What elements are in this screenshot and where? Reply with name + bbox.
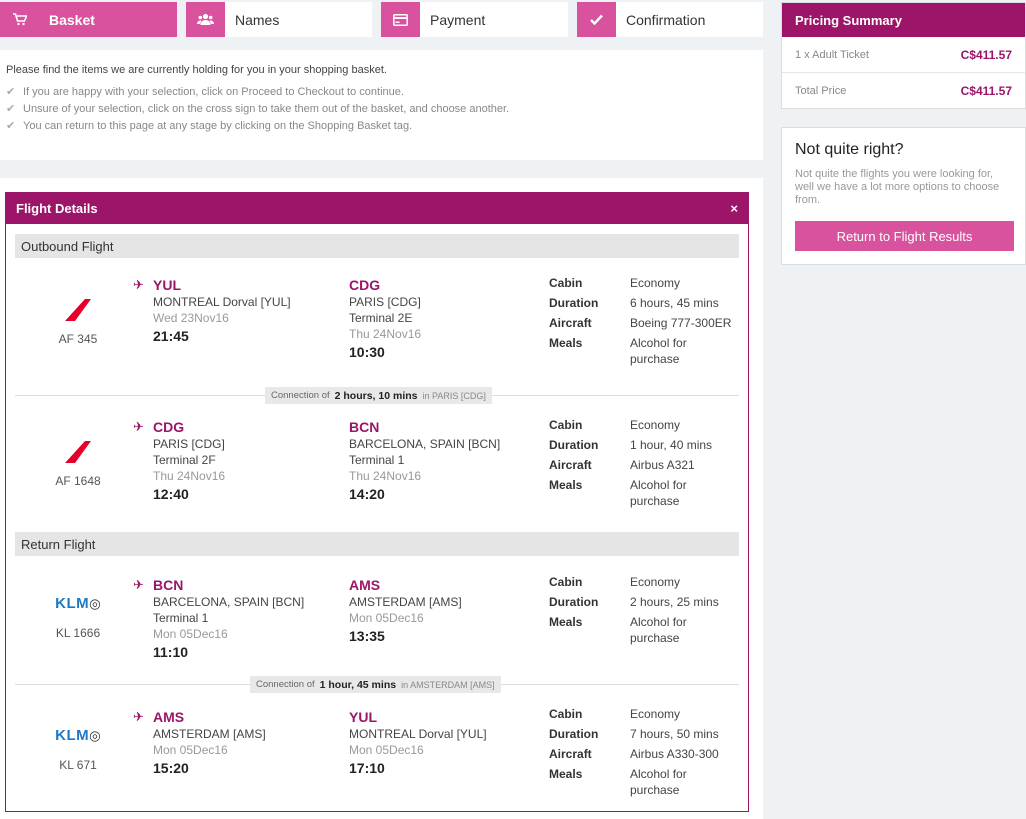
flight-segment: KLM◎ KL 1666 ✈ BCN BARCELONA, SPAIN [BCN]… [15, 572, 739, 677]
klm-logo-icon: KLM◎ [55, 595, 101, 612]
departure: ✈ YUL MONTREAL Dorval [YUL] Wed 23Nov16 2… [133, 277, 291, 344]
flight-segment: AF 1648 ✈ CDG PARIS [CDG] Terminal 2F Thu… [15, 415, 739, 525]
flight-details-header: Flight Details × [6, 193, 748, 224]
klm-logo-icon: KLM◎ [55, 727, 101, 744]
nqr-text: Not quite the flights you were looking f… [795, 168, 1000, 206]
not-quite-right-panel: Not quite right? Not quite the flights y… [781, 127, 1026, 265]
connection-badge: Connection of 1 hour, 45 mins in AMSTERDAM… [250, 676, 501, 693]
flight-number: AF 1648 [55, 474, 101, 488]
cart-icon [0, 2, 39, 37]
air-france-logo-icon [15, 441, 141, 468]
step-label: Basket [49, 11, 95, 28]
checkout-steps: Basket Names Payment Confirmation [0, 2, 763, 37]
departure: ✈ AMS AMSTERDAM [AMS] Mon 05Dec16 15:20 [133, 709, 266, 776]
flight-segment: KLM◎ KL 671 ✈ AMS AMSTERDAM [AMS] Mon 05D… [15, 704, 739, 804]
departure: ✈ CDG PARIS [CDG] Terminal 2F Thu 24Nov16… [133, 419, 226, 502]
flight-info: Cabin Economy Duration 2 hours, 25 mins Me… [549, 575, 719, 645]
total-price-row: Total Price C$411.57 [795, 84, 1012, 98]
flight-number: KL 1666 [55, 626, 101, 640]
pricing-summary: Pricing Summary 1 x Adult Ticket C$411.5… [781, 2, 1026, 109]
plane-icon: ✈ [133, 419, 144, 434]
connection-badge: Connection of 2 hours, 10 mins in PARIS [C… [265, 387, 492, 404]
arrival: CDG PARIS [CDG] Terminal 2E Thu 24Nov16 … [349, 277, 422, 360]
return-to-results-button[interactable]: Return to Flight Results [795, 221, 1014, 251]
step-label: Names [235, 11, 280, 28]
step-confirmation[interactable]: Confirmation [577, 2, 763, 37]
pricing-title: Pricing Summary [782, 3, 1025, 37]
step-basket[interactable]: Basket [0, 2, 177, 37]
list-item: ✔ Unsure of your selection, click on the … [6, 102, 510, 116]
step-names[interactable]: Names [186, 2, 372, 37]
check-icon: ✔ [6, 103, 16, 115]
return-title: Return Flight [15, 532, 739, 556]
price-row: 1 x Adult Ticket C$411.57 [782, 37, 1025, 73]
flight-details-wrap: Flight Details × Outbound Flight AF 345 … [0, 178, 763, 819]
flight-number: KL 671 [59, 758, 97, 772]
arrival: YUL MONTREAL Dorval [YUL] Mon 05Dec16 17… [349, 709, 487, 776]
check-icon [577, 2, 616, 37]
departure: ✈ BCN BARCELONA, SPAIN [BCN] Terminal 1 M… [133, 577, 305, 660]
list-item: ✔ If you are happy with your selection, c… [6, 85, 404, 99]
check-icon: ✔ [6, 86, 16, 98]
air-france-logo-icon [15, 299, 141, 326]
plane-icon: ✈ [133, 277, 144, 292]
intro-text: Please find the items we are currently h… [6, 64, 387, 76]
basket-intro: Please find the items we are currently h… [0, 50, 763, 160]
intro-bullets: ✔ If you are happy with your selection, c… [6, 85, 757, 133]
close-icon[interactable]: × [730, 201, 738, 216]
outbound-title: Outbound Flight [15, 234, 739, 258]
plane-icon: ✈ [133, 577, 144, 592]
arrival: BCN BARCELONA, SPAIN [BCN] Terminal 1 Th… [349, 419, 501, 502]
flight-info: Cabin Economy Duration 1 hour, 40 mins Air… [549, 418, 713, 508]
connection-divider: Connection of 1 hour, 45 mins in AMSTERDAM… [15, 676, 739, 693]
connection-divider: Connection of 2 hours, 10 mins in PARIS [C… [15, 387, 739, 404]
arrival: AMS AMSTERDAM [AMS] Mon 05Dec16 13:35 [349, 577, 462, 644]
flight-info: Cabin Economy Duration 7 hours, 50 mins Ai… [549, 707, 719, 797]
flight-info: Cabin Economy Duration 6 hours, 45 mins Ai… [549, 276, 732, 366]
flight-details-panel: Flight Details × Outbound Flight AF 345 … [5, 192, 749, 812]
flight-number: AF 345 [58, 332, 98, 346]
list-item: ✔ You can return to this page at any stag… [6, 119, 413, 133]
step-label: Confirmation [626, 11, 706, 28]
check-icon: ✔ [6, 120, 16, 132]
flight-segment: AF 345 ✈ YUL MONTREAL Dorval [YUL] Wed 23… [15, 273, 739, 393]
step-label: Payment [430, 11, 486, 28]
step-payment[interactable]: Payment [381, 2, 568, 37]
plane-icon: ✈ [133, 709, 144, 724]
credit-card-icon [381, 2, 420, 37]
nqr-title: Not quite right? [795, 141, 904, 158]
users-icon [186, 2, 225, 37]
panel-title: Flight Details [16, 201, 98, 216]
